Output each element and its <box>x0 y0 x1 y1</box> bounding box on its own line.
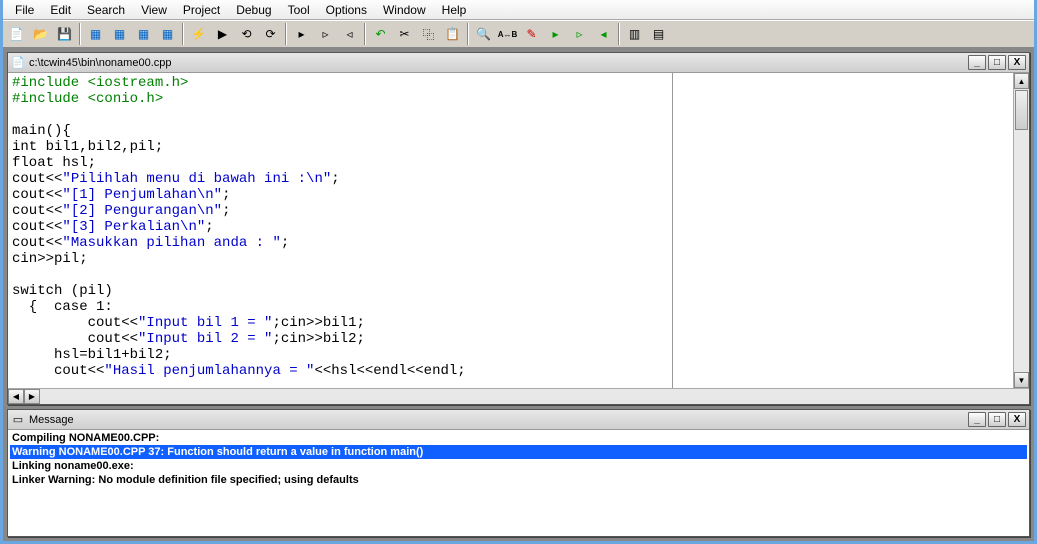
editor-empty-pane <box>673 73 1013 388</box>
minimize-button[interactable]: _ <box>968 412 986 427</box>
close-button[interactable]: X <box>1008 55 1026 70</box>
menu-project[interactable]: Project <box>175 1 228 19</box>
search-button[interactable]: 🔍 <box>472 23 495 45</box>
toolbar-button[interactable]: ▦ <box>108 23 131 45</box>
message-line[interactable]: Linking noname00.exe: <box>10 459 1027 473</box>
editor-title: c:\tcwin45\bin\noname00.cpp <box>29 57 171 69</box>
maximize-button[interactable]: □ <box>988 55 1006 70</box>
toolbar-separator <box>285 23 287 45</box>
scroll-left-button[interactable]: ◀ <box>8 389 24 404</box>
message-titlebar[interactable]: ▭ Message _ □ X <box>8 410 1029 430</box>
editor-titlebar[interactable]: 📄 c:\tcwin45\bin\noname00.cpp _ □ X <box>8 53 1029 73</box>
toolbar-button[interactable]: ◂ <box>592 23 615 45</box>
toolbar-button[interactable]: ◃ <box>338 23 361 45</box>
message-title: Message <box>29 414 74 426</box>
message-list[interactable]: Compiling NONAME00.CPP:Warning NONAME00.… <box>8 430 1029 536</box>
toolbar-button[interactable]: ▦ <box>156 23 179 45</box>
toolbar-button[interactable]: ▹ <box>314 23 337 45</box>
scroll-thumb[interactable] <box>1015 90 1028 130</box>
toolbar-button[interactable]: ▦ <box>132 23 155 45</box>
toolbar-separator <box>467 23 469 45</box>
run-button[interactable]: ⚡ <box>187 23 210 45</box>
menu-help[interactable]: Help <box>434 1 475 19</box>
message-line[interactable]: Compiling NONAME00.CPP: <box>10 431 1027 445</box>
toolbar-button[interactable]: ▦ <box>84 23 107 45</box>
new-file-button[interactable]: 📄 <box>5 23 28 45</box>
toolbar-button[interactable]: ✎ <box>520 23 543 45</box>
mdi-workspace: 📄 c:\tcwin45\bin\noname00.cpp _ □ X #inc… <box>3 48 1034 541</box>
message-icon: ▭ <box>11 413 25 427</box>
menu-view[interactable]: View <box>133 1 175 19</box>
paste-button[interactable]: 📋 <box>441 23 464 45</box>
message-line[interactable]: Warning NONAME00.CPP 37: Function should… <box>10 445 1027 459</box>
toolbar-button[interactable]: ▶ <box>211 23 234 45</box>
close-button[interactable]: X <box>1008 412 1026 427</box>
menu-debug[interactable]: Debug <box>228 1 279 19</box>
menu-window[interactable]: Window <box>375 1 434 19</box>
toolbar-button[interactable]: ▤ <box>647 23 670 45</box>
menu-bar: FileEditSearchViewProjectDebugToolOption… <box>3 0 1034 20</box>
undo-button[interactable]: ↶ <box>369 23 392 45</box>
toolbar-separator <box>618 23 620 45</box>
menu-tool[interactable]: Tool <box>280 1 318 19</box>
toolbar-button[interactable]: ⟳ <box>259 23 282 45</box>
toolbar-button[interactable]: ▸ <box>544 23 567 45</box>
toolbar-separator <box>364 23 366 45</box>
horizontal-scrollbar[interactable]: ◀ ▶ <box>8 388 1029 404</box>
code-editor[interactable]: #include <iostream.h>#include <conio.h> … <box>8 73 673 388</box>
cpp-file-icon: 📄 <box>11 56 25 70</box>
menu-search[interactable]: Search <box>79 1 133 19</box>
menu-edit[interactable]: Edit <box>42 1 79 19</box>
menu-options[interactable]: Options <box>318 1 375 19</box>
toolbar: 📄 📂 💾 ▦ ▦ ▦ ▦ ⚡ ▶ ⟲ ⟳ ▸ ▹ ◃ ↶ ✂ ⿻ 📋 🔍 A↔… <box>3 20 1034 48</box>
cut-button[interactable]: ✂ <box>393 23 416 45</box>
toolbar-button[interactable]: ⟲ <box>235 23 258 45</box>
menu-file[interactable]: File <box>7 1 42 19</box>
save-file-button[interactable]: 💾 <box>53 23 76 45</box>
editor-window: 📄 c:\tcwin45\bin\noname00.cpp _ □ X #inc… <box>7 52 1030 405</box>
scroll-right-button[interactable]: ▶ <box>24 389 40 404</box>
open-file-button[interactable]: 📂 <box>29 23 52 45</box>
toolbar-separator <box>79 23 81 45</box>
scroll-down-button[interactable]: ▼ <box>1014 372 1029 388</box>
toolbar-button[interactable]: ▸ <box>290 23 313 45</box>
message-line[interactable]: Linker Warning: No module definition fil… <box>10 473 1027 487</box>
vertical-scrollbar[interactable]: ▲ ▼ <box>1013 73 1029 388</box>
maximize-button[interactable]: □ <box>988 412 1006 427</box>
replace-button[interactable]: A↔B <box>496 23 519 45</box>
scroll-up-button[interactable]: ▲ <box>1014 73 1029 89</box>
toolbar-button[interactable]: ▹ <box>568 23 591 45</box>
copy-button[interactable]: ⿻ <box>417 23 440 45</box>
toolbar-separator <box>182 23 184 45</box>
message-window: ▭ Message _ □ X Compiling NONAME00.CPP:W… <box>7 409 1030 537</box>
minimize-button[interactable]: _ <box>968 55 986 70</box>
toolbar-button[interactable]: ▥ <box>623 23 646 45</box>
